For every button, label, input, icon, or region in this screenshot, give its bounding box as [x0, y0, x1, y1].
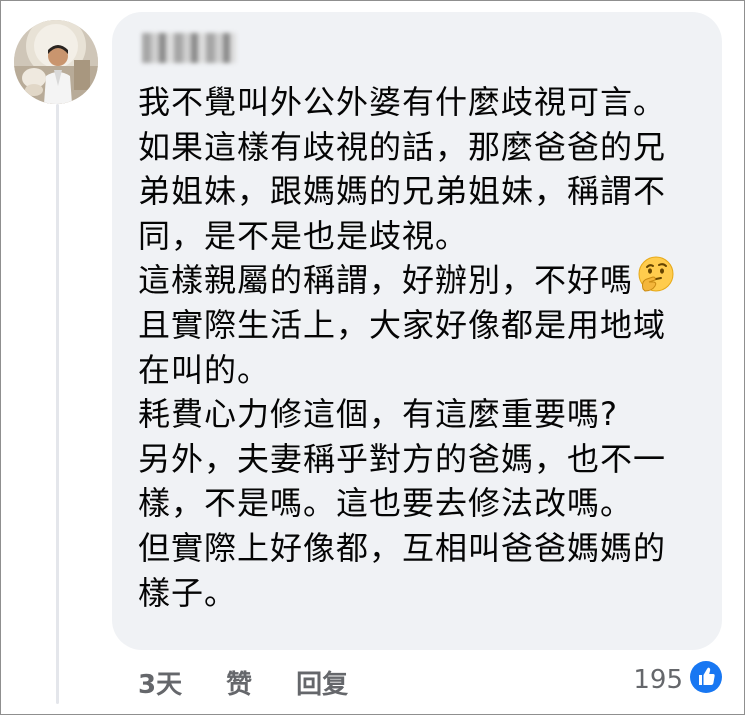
reaction-summary[interactable]: 195 — [633, 660, 723, 700]
avatar[interactable] — [14, 20, 98, 104]
avatar-photo — [14, 20, 98, 104]
comment-line: 耗費心力修這個，有這麼重要嗎? — [138, 395, 618, 434]
author-name-blurred[interactable]: ████ — [142, 33, 236, 63]
comment-line: 同，是不是也是歧視。 — [138, 216, 469, 255]
comment-text: 我不覺叫外公外婆有什麼歧視可言。 如果這樣有歧視的話，那麼爸爸的兄 弟姐妹，跟媽… — [138, 80, 708, 615]
like-reaction-icon — [689, 660, 723, 701]
reaction-count: 195 — [633, 665, 683, 695]
comment-line: 弟姐妹，跟媽媽的兄弟姐妹，稱謂不 — [138, 172, 667, 211]
comment-line: 在叫的。 — [138, 350, 271, 389]
comment-line: 樣，不是嗎。這也要去修法改嗎。 — [138, 484, 634, 523]
like-button[interactable]: 赞 — [226, 664, 252, 701]
thinking-face-icon — [637, 255, 675, 305]
comment-line: 但實際上好像都，互相叫爸爸媽媽的 — [138, 528, 667, 567]
comment-line: 且實際生活上，大家好像都是用地域 — [138, 305, 667, 344]
comment-line-text: 這樣親屬的稱謂，好辦別，不好嗎 — [138, 261, 634, 300]
comment-line: 另外，夫妻稱乎對方的爸媽，也不一 — [138, 439, 667, 478]
reply-thread-line — [56, 104, 59, 704]
comment-actions: 3天 赞 回复 — [138, 662, 348, 702]
reply-button[interactable]: 回复 — [296, 664, 348, 701]
comment-line-with-emoji: 這樣親屬的稱謂，好辦別，不好嗎 — [138, 255, 708, 305]
comment-timestamp[interactable]: 3天 — [138, 664, 182, 701]
comment-bubble: ████ 我不覺叫外公外婆有什麼歧視可言。 如果這樣有歧視的話，那麼爸爸的兄 弟… — [112, 12, 722, 650]
comment-line: 我不覺叫外公外婆有什麼歧視可言。 — [138, 83, 667, 121]
comment-line: 如果這樣有歧視的話，那麼爸爸的兄 — [138, 127, 667, 166]
comment-line: 樣子。 — [138, 573, 238, 612]
